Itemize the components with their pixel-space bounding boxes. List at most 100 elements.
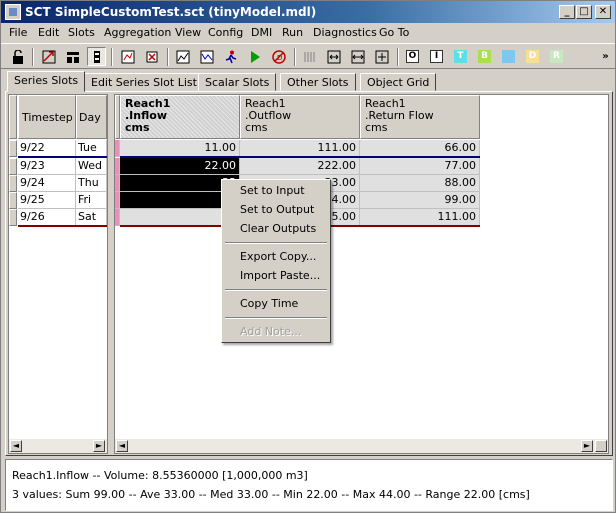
flag-target-icon[interactable]: T [451,47,470,66]
menu-file[interactable]: File [9,26,27,39]
menu-dmi[interactable]: DMI [251,26,272,39]
timestep-cell[interactable]: 9/25 [18,192,76,209]
return-flow-cell[interactable]: 111.00 [360,209,480,226]
tab-edit-series-slot-list[interactable]: Edit Series Slot List [84,73,204,91]
minimize-button[interactable]: _ [559,5,575,19]
maximize-button[interactable]: □ [576,5,592,19]
row-header-corner [9,95,17,139]
timestep-cell[interactable]: 9/23 [18,158,76,175]
fit-width-icon[interactable] [324,47,343,66]
flag-input-icon[interactable]: I [427,47,446,66]
close-button[interactable]: ✕ [595,5,611,19]
toolbar-overflow-icon[interactable]: » [596,47,615,66]
flag-s-icon[interactable]: S [499,47,518,66]
outflow-cell[interactable]: 111.00 [240,140,360,157]
menu-diagnostics[interactable]: Diagnostics [313,26,377,39]
column-unit-label: cms [245,121,268,134]
scroll-right-button[interactable]: ► [581,440,593,452]
scroll-left-button[interactable]: ◄ [10,440,22,452]
return-flow-cell[interactable]: 99.00 [360,192,480,209]
flag-d-icon[interactable]: D [523,47,542,66]
menu-clear-outputs[interactable]: Clear Outputs [223,220,329,238]
flag-output-icon[interactable]: O [403,47,422,66]
menu-export-copy[interactable]: Export Copy... [223,248,329,266]
runner-icon[interactable] [221,47,240,66]
scroll-left-button[interactable]: ◄ [116,440,128,452]
row-marker [9,192,17,209]
timeseries-grid-icon[interactable] [118,47,137,66]
menu-edit[interactable]: Edit [38,26,59,39]
fit-all-icon[interactable] [372,47,391,66]
end-timestep-line [18,225,107,227]
split-view-icon[interactable] [87,47,106,66]
scroll-right-button[interactable]: ► [93,440,105,452]
slot-layout-icon[interactable] [63,47,82,66]
day-cell[interactable]: Thu [76,175,107,192]
menu-aggregation[interactable]: Aggregation [104,26,171,39]
menu-copy-time[interactable]: Copy Time [223,295,329,313]
delete-slot-icon[interactable] [142,47,161,66]
expand-width-icon[interactable] [348,47,367,66]
day-cell[interactable]: Tue [76,140,107,157]
title-bar[interactable]: SCT SimpleCustomTest.sct (tinyModel.mdl)… [1,1,615,23]
timestep-cell[interactable]: 9/22 [18,140,76,157]
plot-icon[interactable] [173,47,192,66]
window-title: SCT SimpleCustomTest.sct (tinyModel.mdl) [25,5,317,19]
menu-view[interactable]: View [175,26,201,39]
timestep-cell[interactable]: 9/24 [18,175,76,192]
column-unit-label: cms [365,121,388,134]
timestep-cell[interactable]: 9/26 [18,209,76,226]
tab-series-slots[interactable]: Series Slots [7,71,86,92]
tab-object-grid[interactable]: Object Grid [360,73,437,91]
status-panel: Reach1.Inflow -- Volume: 8.55360000 [1,0… [5,459,613,511]
column-header-inflow[interactable]: Reach1 .Inflow cms [120,95,240,139]
day-cell[interactable]: Wed [76,158,107,175]
menu-run[interactable]: Run [282,26,303,39]
run-play-icon[interactable] [245,47,264,66]
row-marker [9,140,17,157]
menu-add-note: Add Note... [240,325,302,338]
outflow-cell[interactable]: 222.00 [240,158,360,175]
return-flow-cell[interactable]: 88.00 [360,175,480,192]
flag-r-icon[interactable]: R [547,47,566,66]
menu-set-to-input[interactable]: Set to Input [223,182,329,200]
timestep-grid: Timestep Day 9/22 Tue 9/23 Wed 9/24 Thu … [8,94,108,454]
return-flow-cell[interactable]: 66.00 [360,140,480,157]
menu-goto[interactable]: Go To [379,26,409,39]
flag-best-icon[interactable]: B [475,47,494,66]
column-unit-label: cms [125,121,150,134]
menu-separator [225,289,327,291]
series-plot-icon[interactable] [197,47,216,66]
stop-icon[interactable]: D [269,47,288,66]
row-marker [9,209,17,226]
menu-import-paste[interactable]: Import Paste... [223,267,329,285]
menu-separator [225,317,327,319]
tab-other-slots[interactable]: Other Slots [280,73,356,91]
column-header-return-flow[interactable]: Reach1 .Return Flow cms [360,95,480,139]
day-cell[interactable]: Fri [76,192,107,209]
swap-arrows-icon[interactable] [39,47,58,66]
timestep-hscrollbar[interactable]: ◄ ► [9,439,107,453]
menu-set-to-output[interactable]: Set to Output [223,201,329,219]
menu-config[interactable]: Config [208,26,243,39]
day-cell[interactable]: Sat [76,209,107,226]
menu-slots[interactable]: Slots [68,26,95,39]
column-header-outflow[interactable]: Reach1 .Outflow cms [240,95,360,139]
inflow-cell-selected[interactable]: 22.00 [120,158,240,175]
inflow-cell[interactable]: 11.00 [120,140,240,157]
tab-bar: Series Slots Edit Series Slot List Scala… [5,71,613,92]
column-bars-icon[interactable] [300,47,319,66]
toolbar: D O I T B S D R » [1,43,615,69]
app-icon[interactable] [5,4,21,20]
svg-text:D: D [277,54,282,62]
app-window: SCT SimpleCustomTest.sct (tinyModel.mdl)… [0,0,616,513]
slot-hscrollbar[interactable]: ◄ ► [115,439,608,453]
return-flow-cell[interactable]: 77.00 [360,158,480,175]
tab-scalar-slots[interactable]: Scalar Slots [198,73,277,91]
menu-bar: File Edit Slots Aggregation View Config … [1,24,615,42]
status-volume-line: Reach1.Inflow -- Volume: 8.55360000 [1,0… [12,469,308,482]
lock-icon[interactable] [8,47,27,66]
timestep-header[interactable]: Timestep [18,95,76,139]
day-header[interactable]: Day [76,95,107,139]
menu-separator [225,242,327,244]
